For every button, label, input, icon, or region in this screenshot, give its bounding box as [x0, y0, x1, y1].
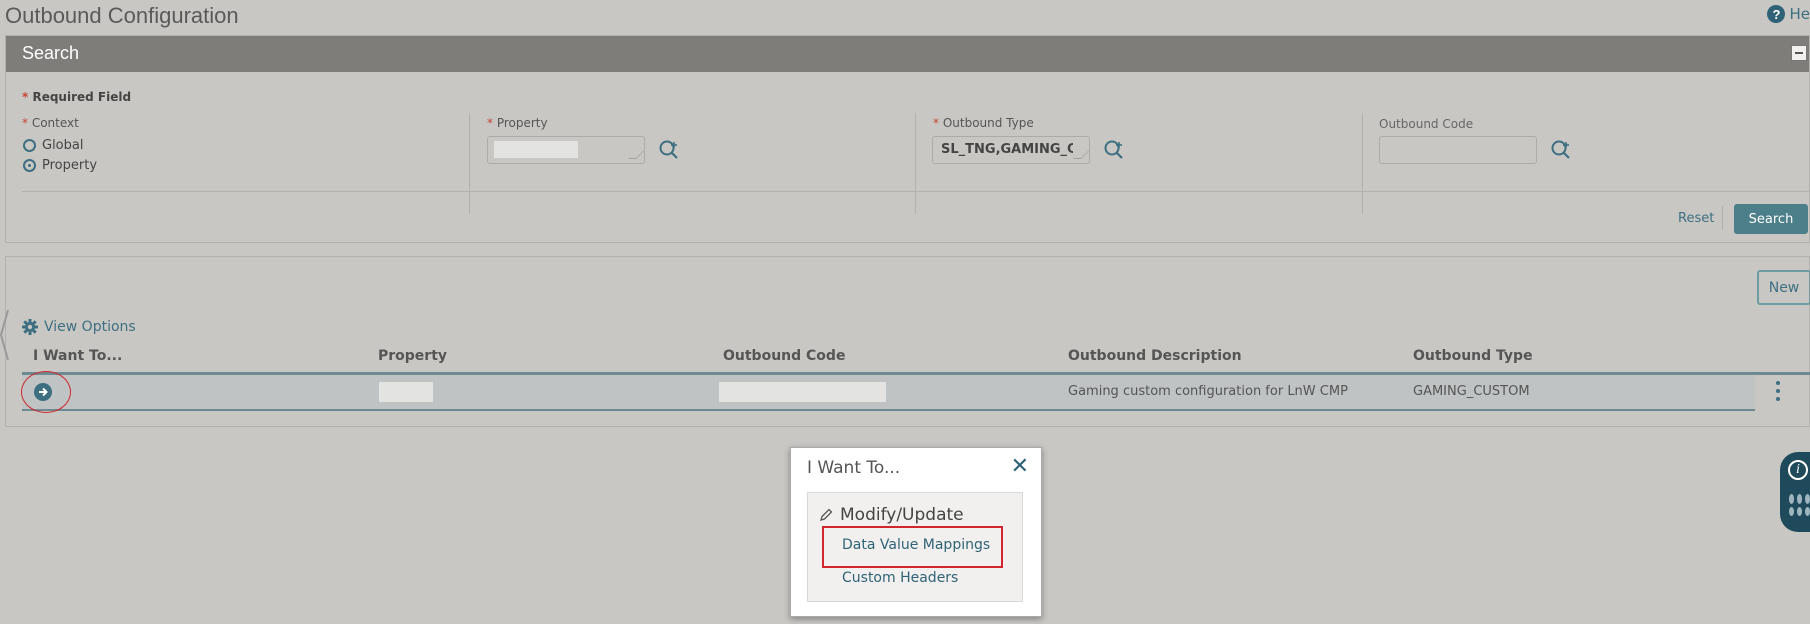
menu-item-data-value-mappings[interactable]: Data Value Mappings — [842, 537, 990, 553]
outbound-type-lookup-icon[interactable] — [1103, 139, 1125, 161]
search-button[interactable]: Search — [1734, 204, 1808, 234]
highlight-circle — [21, 371, 71, 413]
search-panel: Search * Required Field * Context Global… — [5, 35, 1810, 243]
redacted-value — [494, 141, 578, 158]
new-button[interactable]: New — [1757, 270, 1810, 305]
outbound-type-input[interactable]: SL_TNG,GAMING_C — [932, 136, 1090, 164]
results-panel: New View Options I Want To... Property O… — [5, 256, 1810, 427]
outbound-type-value: SL_TNG,GAMING_C — [941, 142, 1073, 157]
property-label: * Property — [487, 116, 548, 130]
context-label: * Context — [22, 116, 79, 130]
radio-property-circle[interactable] — [23, 159, 36, 172]
col-header-outbound-code[interactable]: Outbound Code — [723, 348, 845, 364]
menu-section-modify: Modify/Update — [818, 505, 964, 525]
outbound-type-label: * Outbound Type — [933, 116, 1034, 130]
property-lookup-icon[interactable] — [658, 139, 680, 161]
pencil-icon — [820, 508, 833, 521]
view-options[interactable]: View Options — [22, 319, 136, 335]
col-header-outbound-description[interactable]: Outbound Description — [1068, 348, 1242, 364]
search-header-label: Search — [22, 43, 80, 63]
search-header[interactable]: Search — [6, 36, 1809, 72]
reset-button[interactable]: Reset — [1678, 211, 1714, 226]
page-title: Outbound Configuration — [5, 3, 239, 28]
divider — [1722, 206, 1723, 230]
divider — [915, 113, 916, 214]
outbound-code-label: Outbound Code — [1379, 117, 1474, 131]
kebab-menu-icon[interactable] — [1776, 381, 1780, 403]
close-icon[interactable]: ✕ — [1011, 454, 1029, 479]
cell-outbound-type: GAMING_CUSTOM — [1413, 384, 1530, 399]
popup-title: I Want To... — [807, 458, 901, 478]
info-icon[interactable]: i — [1788, 460, 1808, 480]
col-header-property[interactable]: Property — [378, 348, 447, 364]
help-icon: ? — [1767, 5, 1786, 23]
outbound-code-lookup-icon[interactable] — [1550, 139, 1572, 161]
gear-icon — [22, 319, 38, 335]
collapse-icon[interactable] — [1791, 45, 1807, 61]
radio-property[interactable]: Property — [23, 155, 97, 174]
chevron-left-icon[interactable] — [0, 308, 10, 362]
outbound-code-input[interactable] — [1379, 136, 1537, 164]
col-header-i-want-to[interactable]: I Want To... — [33, 348, 122, 364]
help-link[interactable]: ? He — [1767, 5, 1810, 23]
side-info-widget[interactable]: i — [1780, 452, 1810, 532]
divider — [1362, 113, 1363, 214]
required-note: * Required Field — [22, 90, 132, 104]
popup-menu: Modify/Update Data Value Mappings Custom… — [807, 492, 1023, 602]
col-header-outbound-type[interactable]: Outbound Type — [1413, 348, 1533, 364]
property-input[interactable] — [487, 136, 645, 164]
divider — [469, 113, 470, 214]
menu-section-label: Modify/Update — [840, 505, 964, 525]
menu-item-custom-headers[interactable]: Custom Headers — [842, 570, 958, 586]
cell-outbound-description: Gaming custom configuration for LnW CMP — [1068, 384, 1348, 399]
radio-global-label: Global — [42, 138, 84, 153]
help-label: He — [1789, 5, 1810, 23]
table-row[interactable]: Gaming custom configuration for LnW CMP … — [21, 371, 1755, 413]
cell-outbound-code — [719, 382, 886, 402]
view-options-label: View Options — [44, 319, 136, 335]
i-want-to-popup: I Want To... ✕ Modify/Update Data Value … — [790, 447, 1042, 617]
radio-global[interactable]: Global — [23, 135, 83, 154]
divider — [22, 191, 1810, 192]
keypad-icon[interactable] — [1789, 494, 1810, 516]
radio-property-label: Property — [42, 158, 98, 173]
cell-property — [379, 382, 433, 402]
radio-global-circle[interactable] — [23, 139, 36, 152]
